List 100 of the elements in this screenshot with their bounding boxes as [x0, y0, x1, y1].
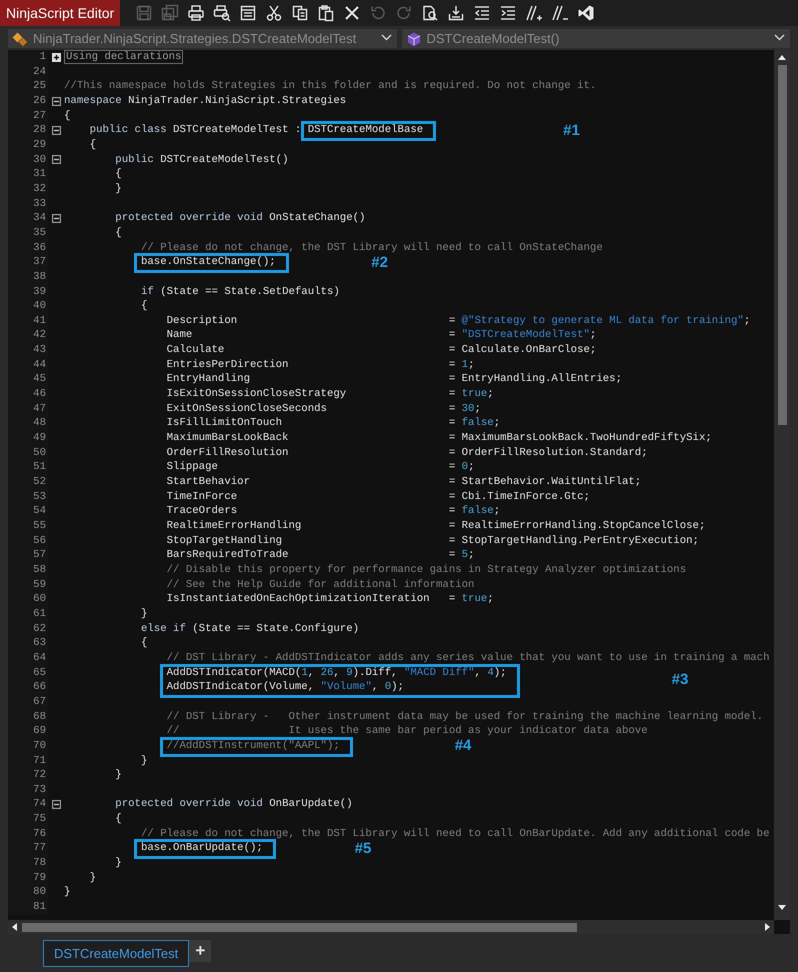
window-lines-icon	[239, 4, 258, 22]
line-number: 57	[8, 548, 48, 563]
property-value: = @"Strategy to generate ML data for training";	[448, 314, 750, 328]
line-number: 56	[8, 534, 48, 548]
line-number: 77	[8, 841, 48, 856]
scissors-icon	[265, 4, 284, 22]
scrollbar-thumb[interactable]	[22, 922, 577, 932]
outdent-icon	[473, 4, 492, 22]
new-tab-button[interactable]: +	[189, 940, 212, 962]
line-number: 67	[8, 694, 48, 710]
line-number: 62	[8, 622, 48, 636]
arrow-right-icon	[764, 922, 772, 932]
line-number: 34	[8, 211, 48, 226]
logo-icon	[577, 4, 596, 22]
window-title: NinjaScript Editor	[0, 0, 120, 26]
property-name: StartBehavior	[166, 475, 251, 490]
line-number: 66	[8, 680, 48, 695]
property-name: BarsRequiredToTrade	[166, 548, 290, 563]
property-name: IsExitOnSessionCloseStrategy	[166, 387, 348, 402]
code-line: {	[114, 226, 122, 241]
property-value: = false;	[448, 416, 500, 432]
line-number: 49	[8, 431, 48, 446]
line-number: 38	[8, 270, 48, 284]
document-search-icon	[421, 4, 440, 22]
property-value: = OrderFillResolution.Standard;	[448, 446, 648, 460]
print-button[interactable]	[186, 3, 206, 23]
callout-label: #5	[354, 840, 372, 857]
property-value: = true;	[448, 592, 494, 607]
print-preview-button[interactable]	[212, 3, 232, 23]
arrow-down-icon	[777, 904, 787, 912]
property-value: = MaximumBarsLookBack.TwoHundredFiftySix;	[448, 431, 712, 446]
scrollbar-thumb[interactable]	[778, 65, 786, 425]
line-number: 35	[8, 226, 48, 241]
line-number: 45	[8, 372, 48, 388]
code-line: }	[114, 768, 122, 783]
code-line: //AddDSTInstrument("AAPL");	[166, 738, 340, 754]
line-number: 25	[8, 79, 48, 94]
property-value: = 1;	[448, 358, 474, 372]
vertical-scrollbar[interactable]	[774, 50, 790, 920]
collapsed-region[interactable]: Using declarations	[64, 50, 184, 65]
code-line: // DST Library - AddDSTIndicator adds any series value that you want to use in training a mach	[166, 650, 770, 666]
code-line: }	[114, 182, 122, 197]
callout-label: #2	[371, 254, 388, 271]
cube-icon	[406, 30, 422, 46]
property-name: EntriesPerDirection	[166, 358, 290, 372]
property-name: Name	[166, 328, 194, 344]
property-value: = 30;	[448, 402, 481, 416]
property-name: RealtimeErrorHandling	[166, 519, 302, 534]
property-value: = EntryHandling.AllEntries;	[448, 372, 622, 388]
undo-icon	[369, 4, 388, 22]
code-line: public DSTCreateModelTest()	[114, 152, 288, 168]
code-line: }	[64, 885, 70, 900]
line-number: 68	[8, 710, 48, 724]
code-line: //This namespace holds Strategies in this folder and is required. Do not change it.	[64, 79, 596, 94]
uncomment-button[interactable]	[550, 3, 570, 23]
code-line: // See the Help Guide for additional information	[166, 578, 474, 592]
line-number: 1	[8, 50, 48, 65]
line-number: 59	[8, 578, 48, 592]
line-number: 26	[8, 94, 48, 109]
property-value: = false;	[448, 504, 500, 519]
code-line: {	[114, 812, 122, 827]
property-name: Description	[166, 314, 238, 328]
shapes-icon	[12, 30, 28, 46]
comment-button[interactable]	[524, 3, 544, 23]
line-number: 43	[8, 343, 48, 358]
code-line: // Please do not change, the DST Library will need to call OnStateChange	[140, 240, 603, 256]
redo-icon	[395, 4, 414, 22]
namespace-dropdown[interactable]: NinjaTrader.NinjaScript.Strategies.DSTCreateModelTest	[8, 29, 396, 48]
line-number: 52	[8, 475, 48, 490]
line-number: 37	[8, 255, 48, 270]
line-number: 58	[8, 562, 48, 578]
line-number: 64	[8, 650, 48, 666]
code-line: }	[140, 606, 148, 622]
line-number: 76	[8, 826, 48, 842]
line-number: 29	[8, 138, 48, 153]
line-number: 80	[8, 885, 48, 900]
property-value: = Cbi.TimeInForce.Gtc;	[448, 490, 590, 504]
horizontal-scrollbar[interactable]	[8, 920, 774, 934]
property-name: StopTargetHandling	[166, 534, 284, 548]
property-value: = RealtimeErrorHandling.StopCancelClose;	[448, 519, 706, 534]
line-number: 60	[8, 592, 48, 607]
property-value: = 5;	[448, 548, 474, 563]
member-dropdown[interactable]: DSTCreateModelTest()	[402, 29, 790, 48]
slashes-minus-icon	[551, 4, 570, 22]
delete-icon	[343, 4, 362, 22]
file-tab[interactable]: DSTCreateModelTest	[43, 940, 190, 967]
line-number: 53	[8, 490, 48, 504]
property-value: = "DSTCreateModelTest";	[448, 328, 596, 344]
printer-icon	[187, 4, 206, 22]
line-number: 78	[8, 856, 48, 871]
property-name: IsInstantiatedOnEachOptimizationIteration	[166, 592, 431, 607]
code-line: {	[140, 299, 148, 314]
clipboard-icon	[317, 4, 336, 22]
external-editor-button[interactable]	[576, 3, 596, 23]
line-number: 28	[8, 123, 48, 138]
callout-label: #1	[563, 122, 580, 139]
code-line: // Disable this property for performance gains in Strategy Analyzer optimizations	[166, 562, 686, 578]
tray-arrow-icon	[447, 4, 466, 22]
code-line: else if (State == State.Configure)	[140, 622, 360, 636]
line-number: 36	[8, 240, 48, 256]
